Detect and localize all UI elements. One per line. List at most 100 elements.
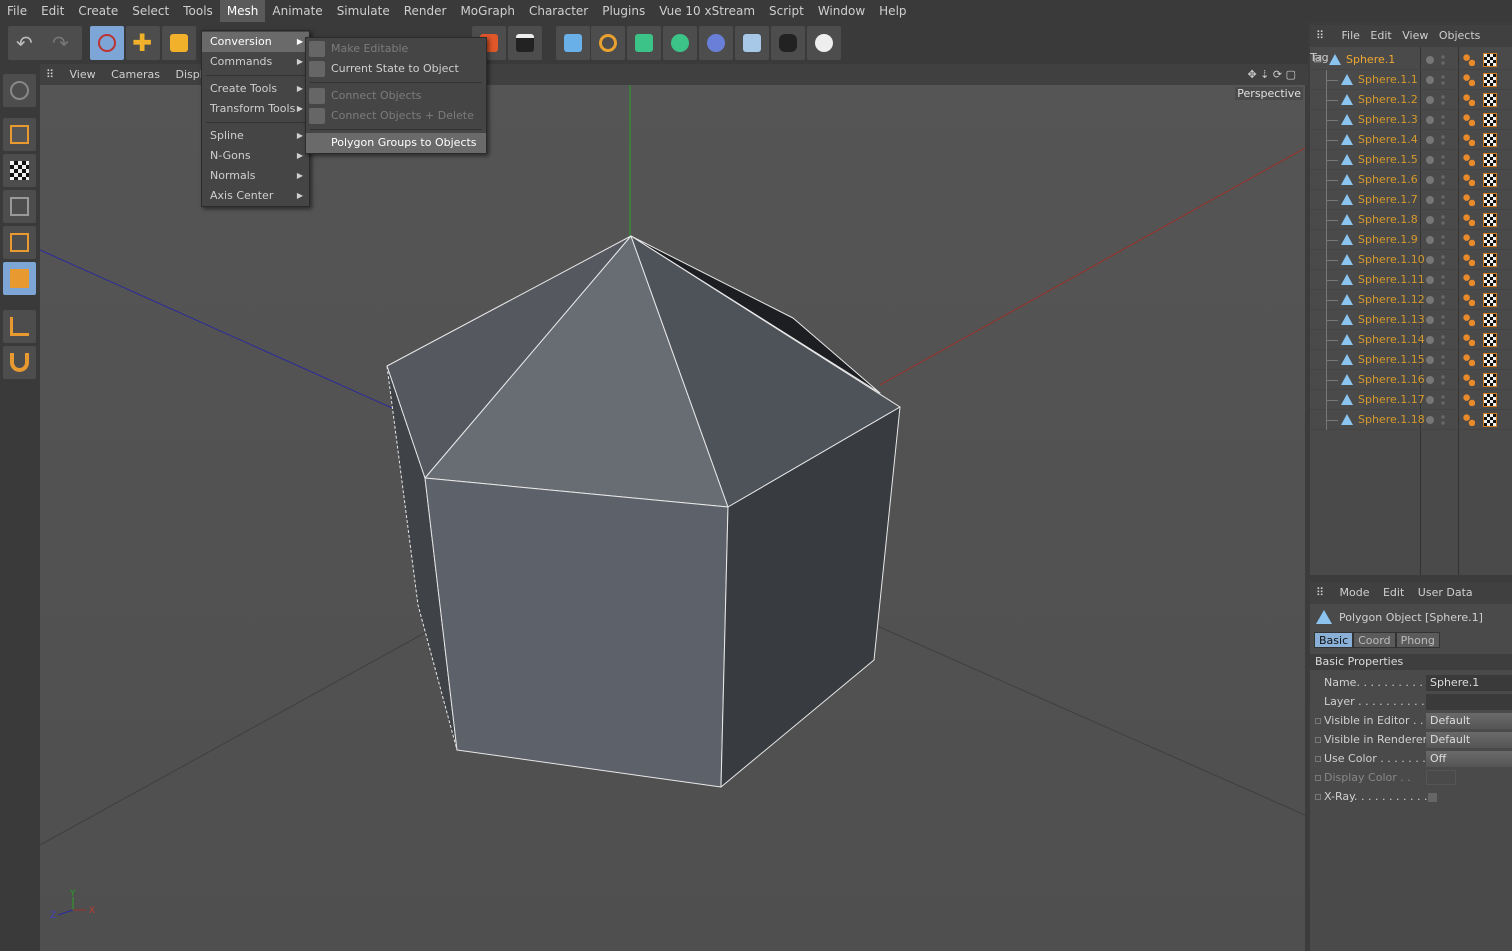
phong-tag-icon[interactable] xyxy=(1463,74,1475,86)
texture-tag-icon[interactable] xyxy=(1483,73,1497,87)
render-visibility-dots[interactable] xyxy=(1441,134,1445,146)
phong-tag-icon[interactable] xyxy=(1463,334,1475,346)
phong-tag-icon[interactable] xyxy=(1463,94,1475,106)
object-name[interactable]: Sphere.1.15 xyxy=(1358,353,1425,366)
model-mode-button[interactable] xyxy=(3,118,36,151)
menu-simulate[interactable]: Simulate xyxy=(330,0,397,22)
render-visibility-dots[interactable] xyxy=(1441,254,1445,266)
texture-tag-icon[interactable] xyxy=(1483,173,1497,187)
visibility-dot[interactable] xyxy=(1426,176,1434,184)
texture-tag-icon[interactable] xyxy=(1483,293,1497,307)
xray-checkbox[interactable] xyxy=(1428,793,1437,802)
object-row[interactable]: Sphere.1.4 xyxy=(1310,130,1512,150)
render-visibility-dots[interactable] xyxy=(1441,314,1445,326)
phong-tag-icon[interactable] xyxy=(1463,294,1475,306)
mesh-menu-item[interactable]: Transform Tools ▶ xyxy=(202,99,309,119)
animate-checkbox[interactable] xyxy=(1315,718,1321,724)
phong-tag-icon[interactable] xyxy=(1463,314,1475,326)
property-dropdown-field[interactable]: Default xyxy=(1426,713,1512,729)
animate-checkbox[interactable] xyxy=(1315,737,1321,743)
object-name[interactable]: Sphere.1.6 xyxy=(1358,173,1418,186)
render-visibility-dots[interactable] xyxy=(1441,94,1445,106)
object-name[interactable]: Sphere.1.17 xyxy=(1358,393,1425,406)
texture-mode-button[interactable] xyxy=(3,154,36,187)
object-row[interactable]: Sphere.1.7 xyxy=(1310,190,1512,210)
visibility-dot[interactable] xyxy=(1426,56,1434,64)
object-name[interactable]: Sphere.1.2 xyxy=(1358,93,1418,106)
texture-tag-icon[interactable] xyxy=(1483,153,1497,167)
mesh-menu-item[interactable]: N-Gons ▶ xyxy=(202,146,309,166)
render-visibility-dots[interactable] xyxy=(1441,374,1445,386)
object-name[interactable]: Sphere.1.10 xyxy=(1358,253,1425,266)
snap-button[interactable] xyxy=(3,346,36,379)
object-name[interactable]: Sphere.1.3 xyxy=(1358,113,1418,126)
nurbs-button[interactable] xyxy=(627,26,661,60)
visibility-dot[interactable] xyxy=(1426,256,1434,264)
menu-create[interactable]: Create xyxy=(71,0,125,22)
array-button[interactable] xyxy=(663,26,697,60)
light-button[interactable] xyxy=(807,26,841,60)
object-name[interactable]: Sphere.1.18 xyxy=(1358,413,1425,426)
menu-character[interactable]: Character xyxy=(522,0,595,22)
3d-viewport[interactable]: Y X Z Perspective xyxy=(40,85,1305,951)
render-visibility-dots[interactable] xyxy=(1441,394,1445,406)
object-row[interactable]: Sphere.1.10 xyxy=(1310,250,1512,270)
render-visibility-dots[interactable] xyxy=(1441,214,1445,226)
spline-button[interactable] xyxy=(591,26,625,60)
phong-tag-icon[interactable] xyxy=(1463,194,1475,206)
visibility-dot[interactable] xyxy=(1426,96,1434,104)
tab-basic[interactable]: Basic xyxy=(1314,632,1354,648)
polygons-mode-button[interactable] xyxy=(3,262,36,295)
menu-script[interactable]: Script xyxy=(762,0,811,22)
object-name[interactable]: Sphere.1.11 xyxy=(1358,273,1425,286)
render-visibility-dots[interactable] xyxy=(1441,294,1445,306)
object-row[interactable]: Sphere.1.2 xyxy=(1310,90,1512,110)
object-name[interactable]: Sphere.1.16 xyxy=(1358,373,1425,386)
phong-tag-icon[interactable] xyxy=(1463,414,1475,426)
phong-tag-icon[interactable] xyxy=(1463,394,1475,406)
menu-mesh[interactable]: Mesh xyxy=(219,0,266,22)
visibility-dot[interactable] xyxy=(1426,276,1434,284)
visibility-dot[interactable] xyxy=(1426,296,1434,304)
property-dropdown-field[interactable]: Off xyxy=(1426,751,1512,767)
object-row[interactable]: ⊟ Sphere.1 xyxy=(1310,50,1512,70)
visibility-dot[interactable] xyxy=(1426,396,1434,404)
visibility-dot[interactable] xyxy=(1426,416,1434,424)
viewport-nav-icons[interactable]: ✥ ⇣ ⟳ ▢ xyxy=(1241,64,1302,85)
move-tool-button[interactable]: ✚ xyxy=(126,26,160,60)
menu-help[interactable]: Help xyxy=(872,0,913,22)
expand-icon[interactable]: ⊟ xyxy=(1313,52,1322,65)
phong-tag-icon[interactable] xyxy=(1463,154,1475,166)
om-menu-objects[interactable]: Objects xyxy=(1439,25,1488,47)
phong-tag-icon[interactable] xyxy=(1463,214,1475,226)
viewport-menu-cameras[interactable]: Cameras xyxy=(105,64,166,85)
object-row[interactable]: Sphere.1.15 xyxy=(1310,350,1512,370)
object-name[interactable]: Sphere.1.12 xyxy=(1358,293,1425,306)
object-name[interactable]: Sphere.1.13 xyxy=(1358,313,1425,326)
redo-icon[interactable]: ↷ xyxy=(52,33,70,53)
conversion-menu-item[interactable]: Connect Objects xyxy=(306,86,486,106)
menu-mograph[interactable]: MoGraph xyxy=(453,0,522,22)
texture-tag-icon[interactable] xyxy=(1483,93,1497,107)
visibility-dot[interactable] xyxy=(1426,336,1434,344)
menu-file[interactable]: File xyxy=(0,0,34,22)
visibility-dot[interactable] xyxy=(1426,156,1434,164)
menu-window[interactable]: Window xyxy=(811,0,872,22)
object-row[interactable]: Sphere.1.14 xyxy=(1310,330,1512,350)
menu-render[interactable]: Render xyxy=(397,0,454,22)
render-visibility-dots[interactable] xyxy=(1441,274,1445,286)
texture-tag-icon[interactable] xyxy=(1483,393,1497,407)
texture-tag-icon[interactable] xyxy=(1483,333,1497,347)
undo-icon[interactable]: ↶ xyxy=(16,33,34,53)
render-visibility-dots[interactable] xyxy=(1441,334,1445,346)
texture-tag-icon[interactable] xyxy=(1483,133,1497,147)
render-visibility-dots[interactable] xyxy=(1441,414,1445,426)
object-name[interactable]: Sphere.1.1 xyxy=(1358,73,1418,86)
axis-mode-button[interactable] xyxy=(3,310,36,343)
animate-checkbox[interactable] xyxy=(1315,775,1321,781)
deformer-button[interactable] xyxy=(699,26,733,60)
am-menu-user-data[interactable]: User Data xyxy=(1418,582,1483,604)
texture-tag-icon[interactable] xyxy=(1483,253,1497,267)
texture-tag-icon[interactable] xyxy=(1483,233,1497,247)
visibility-dot[interactable] xyxy=(1426,196,1434,204)
